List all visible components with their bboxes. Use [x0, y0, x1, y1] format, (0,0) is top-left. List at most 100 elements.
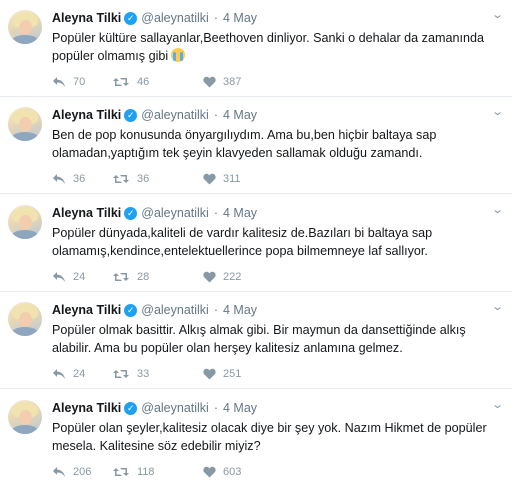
reply-icon	[53, 77, 65, 87]
reply-icon	[53, 174, 65, 184]
reply-count: 206	[73, 466, 92, 478]
retweet-count: 28	[137, 271, 150, 283]
reply-icon	[53, 272, 65, 282]
reply-button[interactable]: 206	[52, 466, 112, 478]
tweet[interactable]: Aleyna Tilki ✓ @aleynatilki · 4 May ⌄ Po…	[0, 0, 512, 97]
like-button[interactable]: 222	[203, 271, 263, 283]
heart-icon	[203, 271, 216, 283]
reply-icon	[53, 369, 65, 379]
separator-dot: ·	[213, 303, 218, 317]
like-count: 603	[223, 466, 242, 478]
tweet[interactable]: Aleyna Tilki ✓ @aleynatilki · 4 May ⌄ Po…	[0, 195, 512, 292]
heart-icon	[203, 76, 216, 88]
retweet-button[interactable]: 46	[112, 76, 203, 88]
heart-icon	[203, 466, 216, 478]
avatar[interactable]	[8, 107, 42, 141]
separator-dot: ·	[213, 206, 218, 220]
separator-dot: ·	[213, 401, 218, 415]
reply-count: 70	[73, 76, 86, 88]
tweet-actions: 24 28 222	[52, 269, 263, 285]
chevron-down-icon[interactable]: ⌄	[491, 8, 504, 21]
chevron-down-icon[interactable]: ⌄	[491, 105, 504, 118]
tweet[interactable]: Aleyna Tilki ✓ @aleynatilki · 4 May ⌄ Be…	[0, 97, 512, 194]
display-name[interactable]: Aleyna Tilki	[52, 11, 121, 25]
tweet-actions: 24 33 251	[52, 366, 263, 382]
heart-icon	[203, 368, 216, 380]
retweet-count: 118	[137, 466, 155, 478]
tweet-header: Aleyna Tilki ✓ @aleynatilki · 4 May	[52, 107, 257, 123]
timestamp[interactable]: 4 May	[223, 11, 257, 25]
like-count: 387	[223, 76, 242, 88]
retweet-icon	[113, 273, 129, 281]
reply-button[interactable]: 70	[52, 76, 112, 88]
avatar[interactable]	[8, 10, 42, 44]
tweet-actions: 70 46 387	[52, 74, 263, 90]
reply-button[interactable]: 24	[52, 271, 112, 283]
tweet[interactable]: Aleyna Tilki ✓ @aleynatilki · 4 May ⌄ Po…	[0, 292, 512, 389]
like-button[interactable]: 251	[203, 368, 263, 380]
reply-count: 24	[73, 271, 86, 283]
tweet-text: Popüler dünyada,kaliteli de vardır kalit…	[52, 226, 433, 258]
retweet-button[interactable]: 118	[112, 466, 203, 478]
reply-button[interactable]: 36	[52, 173, 112, 185]
chevron-down-icon[interactable]: ⌄	[491, 203, 504, 216]
avatar[interactable]	[8, 302, 42, 336]
loudly-crying-face-emoji	[171, 48, 186, 62]
tweet-header: Aleyna Tilki ✓ @aleynatilki · 4 May	[52, 302, 257, 318]
reply-icon	[53, 467, 65, 477]
like-button[interactable]: 387	[203, 76, 263, 88]
display-name[interactable]: Aleyna Tilki	[52, 401, 121, 415]
retweet-button[interactable]: 33	[112, 368, 203, 380]
retweet-button[interactable]: 28	[112, 271, 203, 283]
verified-badge-icon: ✓	[124, 303, 138, 317]
tweet-text-container: Popüler kültüre sallayanlar,Beethoven di…	[52, 29, 492, 65]
tweet-text: Ben de pop konusunda önyargılıydım. Ama …	[52, 128, 437, 160]
display-name[interactable]: Aleyna Tilki	[52, 108, 121, 122]
tweet-header: Aleyna Tilki ✓ @aleynatilki · 4 May	[52, 400, 257, 416]
reply-button[interactable]: 24	[52, 368, 112, 380]
username-handle[interactable]: @aleynatilki	[141, 108, 209, 122]
like-count: 311	[223, 173, 241, 185]
tweet-timeline: Aleyna Tilki ✓ @aleynatilki · 4 May ⌄ Po…	[0, 0, 512, 487]
username-handle[interactable]: @aleynatilki	[141, 11, 209, 25]
reply-count: 24	[73, 368, 86, 380]
tweet-text: Popüler olan şeyler,kalitesiz olacak diy…	[52, 421, 487, 453]
reply-count: 36	[73, 173, 86, 185]
timestamp[interactable]: 4 May	[223, 206, 257, 220]
timestamp[interactable]: 4 May	[223, 401, 257, 415]
retweet-button[interactable]: 36	[112, 173, 203, 185]
tweet-text: Popüler kültüre sallayanlar,Beethoven di…	[52, 31, 484, 63]
username-handle[interactable]: @aleynatilki	[141, 401, 209, 415]
chevron-down-icon[interactable]: ⌄	[491, 398, 504, 411]
separator-dot: ·	[213, 108, 218, 122]
display-name[interactable]: Aleyna Tilki	[52, 303, 121, 317]
tweet[interactable]: Aleyna Tilki ✓ @aleynatilki · 4 May ⌄ Po…	[0, 390, 512, 487]
retweet-icon	[113, 370, 129, 378]
retweet-count: 33	[137, 368, 150, 380]
like-button[interactable]: 311	[203, 173, 263, 185]
like-count: 222	[223, 271, 242, 283]
display-name[interactable]: Aleyna Tilki	[52, 206, 121, 220]
chevron-down-icon[interactable]: ⌄	[491, 300, 504, 313]
timestamp[interactable]: 4 May	[223, 303, 257, 317]
retweet-count: 46	[137, 76, 150, 88]
avatar[interactable]	[8, 205, 42, 239]
tweet-header: Aleyna Tilki ✓ @aleynatilki · 4 May	[52, 10, 257, 26]
timestamp[interactable]: 4 May	[223, 108, 257, 122]
separator-dot: ·	[213, 11, 218, 25]
like-count: 251	[223, 368, 242, 380]
verified-badge-icon: ✓	[124, 108, 138, 122]
heart-icon	[203, 173, 216, 185]
tweet-header: Aleyna Tilki ✓ @aleynatilki · 4 May	[52, 205, 257, 221]
tweet-actions: 36 36 311	[52, 171, 263, 187]
retweet-icon	[113, 468, 129, 476]
verified-badge-icon: ✓	[124, 11, 138, 25]
like-button[interactable]: 603	[203, 466, 263, 478]
avatar[interactable]	[8, 400, 42, 434]
retweet-icon	[113, 175, 129, 183]
verified-badge-icon: ✓	[124, 206, 138, 220]
username-handle[interactable]: @aleynatilki	[141, 206, 209, 220]
retweet-count: 36	[137, 173, 150, 185]
retweet-icon	[113, 78, 129, 86]
username-handle[interactable]: @aleynatilki	[141, 303, 209, 317]
